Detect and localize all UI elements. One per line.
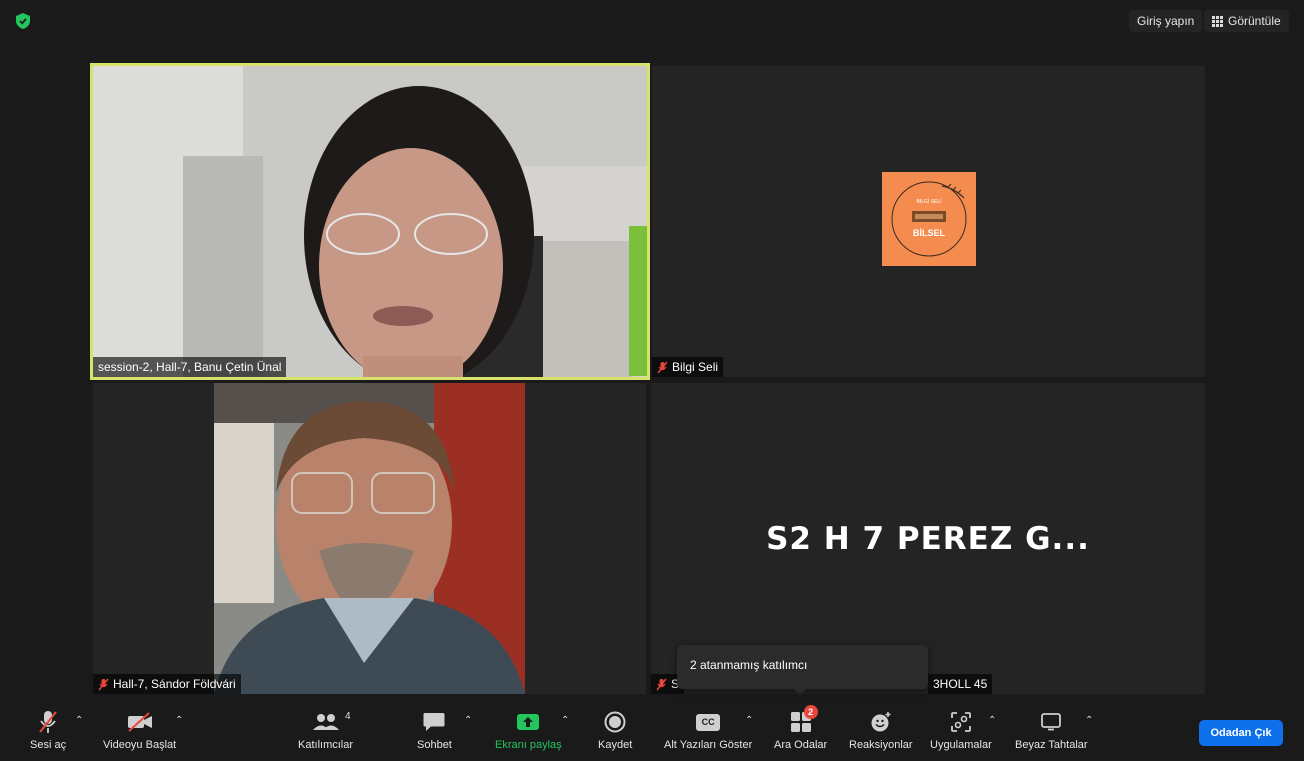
breakout-rooms-badge: 2 bbox=[803, 705, 818, 719]
whiteboards-label: Beyaz Tahtalar bbox=[1015, 739, 1088, 751]
mic-muted-icon bbox=[98, 678, 109, 690]
mic-muted-icon bbox=[656, 678, 667, 690]
logo-text: BİLSEL bbox=[913, 228, 946, 238]
breakout-rooms-button[interactable]: 2 Ara Odalar bbox=[774, 705, 828, 751]
show-captions-label: Alt Yazıları Göster bbox=[664, 739, 753, 751]
reactions-label: Reaksiyonlar bbox=[849, 739, 913, 751]
participant-name: session-2, Hall-7, Banu Çetin Ünal bbox=[98, 360, 282, 374]
closed-captions-icon: CC bbox=[696, 713, 721, 731]
participant-video bbox=[93, 66, 647, 377]
leave-room-button[interactable]: Odadan Çık bbox=[1199, 720, 1283, 746]
apps-label: Uygulamalar bbox=[930, 739, 992, 751]
mute-label: Sesi aç bbox=[30, 739, 67, 751]
participant-video bbox=[214, 383, 525, 694]
tooltip-text: 2 atanmamış katılımcı bbox=[690, 658, 808, 672]
share-screen-icon bbox=[517, 714, 540, 730]
mute-button[interactable]: Sesi aç bbox=[30, 709, 66, 751]
share-screen-button[interactable]: Ekranı paylaş bbox=[495, 709, 562, 751]
chat-button[interactable]: Sohbet bbox=[417, 709, 452, 751]
participant-name-tag-end: 3HOLL 45 bbox=[928, 674, 993, 694]
participant-name: Hall-7, Sándor Földvári bbox=[113, 677, 236, 691]
view-label: Görüntüle bbox=[1228, 14, 1281, 28]
participant-name-tag: Bilgi Seli bbox=[652, 357, 724, 377]
reactions-button[interactable]: Reaksiyonlar bbox=[849, 709, 913, 751]
leave-room-label: Odadan Çık bbox=[1210, 727, 1272, 739]
top-bar: Giriş yapın Görüntüle bbox=[0, 0, 1304, 44]
participant-name-tag: Hall-7, Sándor Földvári bbox=[93, 674, 241, 694]
record-label: Kaydet bbox=[598, 739, 633, 751]
share-options-caret-icon[interactable]: ⌃ bbox=[561, 715, 569, 726]
view-button[interactable]: Görüntüle bbox=[1204, 10, 1289, 32]
participants-button[interactable]: 4 Katılımcılar bbox=[298, 709, 353, 751]
participant-name-tag: session-2, Hall-7, Banu Çetin Ünal bbox=[93, 357, 287, 377]
apps-options-caret-icon[interactable]: ⌃ bbox=[988, 715, 996, 726]
share-screen-label: Ekranı paylaş bbox=[495, 739, 562, 751]
participants-icon bbox=[312, 714, 339, 730]
video-tile-active-speaker[interactable]: session-2, Hall-7, Banu Çetin Ünal bbox=[90, 63, 650, 380]
security-shield-icon[interactable] bbox=[16, 13, 30, 29]
logo-top-text: BİLGİ SELİ bbox=[916, 198, 941, 205]
record-icon bbox=[604, 711, 626, 733]
video-tile-sandor[interactable]: Hall-7, Sándor Földvári bbox=[93, 383, 646, 694]
chat-options-caret-icon[interactable]: ⌃ bbox=[464, 715, 472, 726]
start-video-label: Videoyu Başlat bbox=[103, 739, 177, 751]
meeting-toolbar: Sesi aç ⌃ Videoyu Başlat ⌃ 4 Katılımcıla… bbox=[0, 700, 1304, 761]
participant-name-end: 3HOLL 45 bbox=[933, 677, 988, 691]
grid-icon bbox=[1212, 15, 1223, 27]
breakout-rooms-label: Ara Odalar bbox=[774, 739, 828, 751]
participant-name: Bilgi Seli bbox=[672, 360, 719, 374]
whiteboard-icon bbox=[1041, 713, 1062, 731]
show-captions-button[interactable]: CC Alt Yazıları Göster bbox=[664, 709, 752, 751]
participants-count: 4 bbox=[344, 711, 351, 722]
sign-in-label: Giriş yapın bbox=[1137, 14, 1195, 28]
participants-label: Katılımcılar bbox=[298, 739, 354, 751]
sign-in-button[interactable]: Giriş yapın bbox=[1129, 10, 1203, 32]
start-video-button[interactable]: Videoyu Başlat bbox=[103, 709, 176, 751]
audio-options-caret-icon[interactable]: ⌃ bbox=[75, 715, 83, 726]
reactions-smiley-icon bbox=[871, 712, 891, 732]
unassigned-participants-tooltip: 2 atanmamış katılımcı bbox=[677, 645, 928, 695]
whiteboards-button[interactable]: Beyaz Tahtalar bbox=[1015, 709, 1088, 751]
apps-icon bbox=[950, 712, 971, 732]
video-tile-bilgi-seli[interactable]: BİLGİ SELİ BİLSEL Bilgi Seli bbox=[652, 66, 1205, 377]
video-options-caret-icon[interactable]: ⌃ bbox=[175, 715, 183, 726]
whiteboards-options-caret-icon[interactable]: ⌃ bbox=[1085, 715, 1093, 726]
mic-muted-icon bbox=[39, 711, 57, 733]
chat-icon bbox=[423, 713, 445, 731]
participant-logo-image: BİLGİ SELİ BİLSEL bbox=[882, 172, 976, 266]
record-button[interactable]: Kaydet bbox=[598, 709, 632, 751]
chat-label: Sohbet bbox=[417, 739, 452, 751]
captions-options-caret-icon[interactable]: ⌃ bbox=[745, 715, 753, 726]
video-off-icon bbox=[127, 712, 152, 732]
apps-button[interactable]: Uygulamalar bbox=[930, 709, 992, 751]
bilsel-logo: BİLGİ SELİ BİLSEL bbox=[891, 181, 967, 257]
mic-muted-icon bbox=[657, 361, 668, 373]
